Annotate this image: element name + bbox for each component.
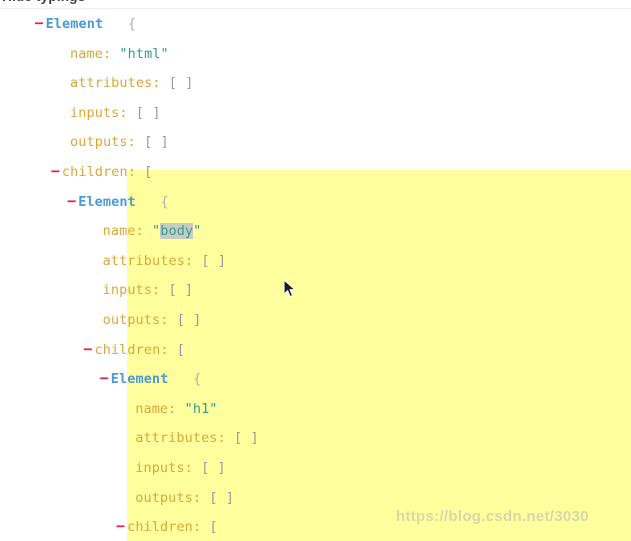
property-key: name:	[135, 400, 177, 417]
selected-text-value[interactable]: body	[160, 223, 194, 240]
tree-row[interactable]: name: "h1"	[0, 394, 631, 424]
twisty-placeholder-icon	[57, 68, 70, 98]
closing-quote: "	[193, 223, 202, 240]
property-key: attributes:	[135, 430, 226, 447]
tree-row[interactable]: inputs: [ ]	[0, 453, 631, 483]
property-key: name:	[102, 223, 144, 240]
twisty-placeholder-icon	[57, 127, 70, 157]
property-string-value: "	[143, 223, 161, 240]
open-brace: {	[103, 16, 137, 32]
tree-row[interactable]: attributes: [ ]	[0, 423, 631, 453]
tree-row[interactable]: − Element {	[0, 364, 631, 394]
property-key: outputs:	[102, 311, 169, 328]
twisty-placeholder-icon	[122, 453, 135, 483]
property-string-value: "h1"	[176, 400, 218, 417]
collapse-twisty-icon[interactable]: −	[33, 9, 46, 39]
property-key: inputs:	[102, 282, 161, 299]
tree-row[interactable]: outputs: [ ]	[0, 305, 631, 335]
property-key: inputs:	[70, 104, 128, 121]
tree-node-class-name: Element	[78, 193, 136, 210]
tree-row[interactable]: attributes: [ ]	[0, 246, 631, 276]
object-tree[interactable]: − Element { name: "html" attributes: [ ] …	[0, 9, 631, 541]
open-brace: {	[168, 371, 202, 388]
property-key: name:	[70, 45, 112, 62]
property-empty-value: [	[135, 163, 153, 180]
twisty-placeholder-icon	[57, 98, 70, 128]
property-key: attributes:	[102, 252, 194, 269]
tree-row[interactable]: name: "body"	[0, 216, 631, 246]
property-empty-value: [ ]	[127, 104, 161, 121]
tree-row[interactable]: − Element {	[0, 187, 631, 217]
property-empty-value: [ ]	[201, 489, 234, 506]
collapse-twisty-icon[interactable]: −	[82, 335, 95, 365]
property-key: inputs:	[135, 459, 193, 476]
tree-row[interactable]: − children: [	[0, 512, 631, 541]
property-key: children:	[94, 341, 169, 358]
property-empty-value: [ ]	[225, 430, 259, 447]
property-key: outputs:	[70, 134, 136, 151]
tree-node-class-name: Element	[45, 16, 104, 32]
twisty-placeholder-icon	[122, 483, 135, 513]
clipped-header-row: Hide typings	[0, 0, 631, 9]
open-brace: {	[135, 193, 169, 210]
tree-row[interactable]: − children: [	[0, 335, 631, 365]
property-key: children:	[61, 163, 136, 180]
collapse-twisty-icon[interactable]: −	[65, 187, 78, 217]
tree-row[interactable]: − children: [	[0, 157, 631, 187]
tree-row[interactable]: inputs: [ ]	[0, 275, 631, 305]
collapse-twisty-icon[interactable]: −	[49, 157, 62, 187]
property-key: outputs:	[135, 489, 202, 506]
property-empty-value: [ ]	[168, 311, 202, 328]
property-empty-value: [ ]	[160, 282, 194, 299]
tree-row[interactable]: − Element {	[0, 9, 631, 39]
twisty-placeholder-icon	[90, 246, 103, 276]
property-key: children:	[127, 519, 202, 536]
tree-row[interactable]: inputs: [ ]	[0, 98, 631, 128]
inspector-viewport: Hide typings −Element { name: "html" att…	[0, 0, 631, 541]
twisty-placeholder-icon	[90, 275, 103, 305]
collapse-twisty-icon[interactable]: −	[114, 512, 127, 541]
property-string-value: "html"	[111, 45, 169, 62]
twisty-placeholder-icon	[122, 423, 135, 453]
property-empty-value: [	[201, 519, 218, 536]
property-empty-value: [ ]	[193, 252, 227, 269]
property-empty-value: [ ]	[192, 459, 226, 476]
twisty-placeholder-icon	[90, 305, 103, 335]
tree-row[interactable]: outputs: [ ]	[0, 127, 631, 157]
tree-row[interactable]: attributes: [ ]	[0, 68, 631, 98]
twisty-placeholder-icon	[57, 39, 70, 69]
twisty-placeholder-icon	[122, 394, 135, 424]
twisty-placeholder-icon	[90, 216, 103, 246]
tree-row[interactable]: name: "html"	[0, 39, 631, 69]
property-empty-value: [	[168, 341, 186, 358]
property-empty-value: [ ]	[135, 134, 169, 151]
property-empty-value: [ ]	[160, 75, 194, 92]
collapse-twisty-icon[interactable]: −	[98, 364, 111, 394]
property-key: attributes:	[70, 75, 161, 92]
tree-row[interactable]: outputs: [ ]	[0, 483, 631, 513]
tree-node-class-name: Element	[110, 371, 169, 388]
clipped-header-label: Hide typings	[2, 0, 85, 4]
